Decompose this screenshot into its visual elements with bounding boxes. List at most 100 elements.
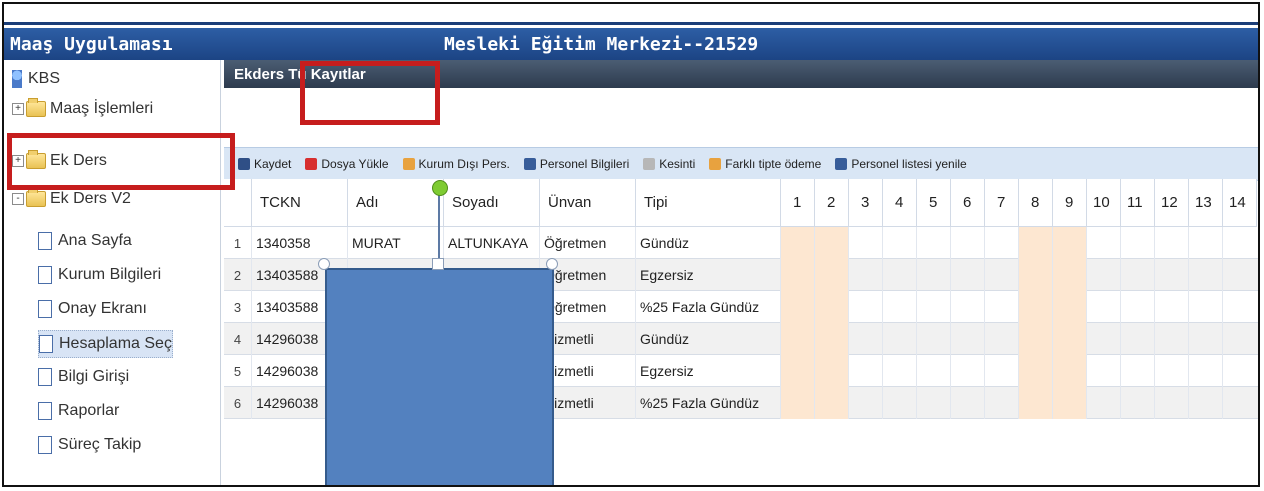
cell-day[interactable] <box>883 227 917 259</box>
cell-day[interactable] <box>1121 227 1155 259</box>
cell-day[interactable] <box>1019 387 1053 419</box>
cell-day[interactable] <box>1223 291 1258 323</box>
cell-day[interactable] <box>815 259 849 291</box>
cell-day[interactable] <box>951 387 985 419</box>
grid-header-soyadi[interactable]: Soyadı <box>444 179 540 227</box>
cell-day[interactable] <box>985 323 1019 355</box>
grid-header-tckn[interactable]: TCKN <box>252 179 348 227</box>
collapse-icon[interactable]: - <box>12 193 24 205</box>
cell-day[interactable] <box>1155 355 1189 387</box>
save-button[interactable]: Kaydet <box>238 157 291 171</box>
grid-header-day[interactable]: 14 <box>1223 179 1257 227</box>
refresh-staff-list-button[interactable]: Personel listesi yenile <box>835 157 967 171</box>
cell-day[interactable] <box>1019 259 1053 291</box>
cell-day[interactable] <box>1223 227 1258 259</box>
cell-day[interactable] <box>917 291 951 323</box>
cell-day[interactable] <box>1019 355 1053 387</box>
cell-day[interactable] <box>1121 291 1155 323</box>
cell-day[interactable] <box>1087 227 1121 259</box>
cell-day[interactable] <box>951 355 985 387</box>
cell-day[interactable] <box>985 355 1019 387</box>
cell-day[interactable] <box>849 355 883 387</box>
cell-day[interactable] <box>1053 227 1087 259</box>
cell-tipi[interactable]: Gündüz <box>636 227 781 259</box>
cell-day[interactable] <box>815 291 849 323</box>
grid-header-day[interactable]: 7 <box>985 179 1019 227</box>
cell-day[interactable] <box>1019 291 1053 323</box>
cell-day[interactable] <box>1189 291 1223 323</box>
overlay-rectangle[interactable] <box>325 268 554 485</box>
grid-header-adi[interactable]: Adı <box>348 179 444 227</box>
cell-day[interactable] <box>781 259 815 291</box>
cell-day[interactable] <box>1087 355 1121 387</box>
cell-adi[interactable]: MURAT <box>348 227 444 259</box>
cell-day[interactable] <box>1019 227 1053 259</box>
cell-unvan[interactable]: Öğretmen <box>540 227 636 259</box>
cell-day[interactable] <box>1053 387 1087 419</box>
cell-day[interactable] <box>1223 259 1258 291</box>
cell-day[interactable] <box>985 259 1019 291</box>
cell-day[interactable] <box>1223 387 1258 419</box>
sidebar-item-raporlar[interactable]: Raporlar <box>38 398 119 424</box>
sidebar-item-maas-islemleri[interactable]: + Maaş İşlemleri <box>12 96 153 122</box>
cell-day[interactable] <box>1223 323 1258 355</box>
cell-day[interactable] <box>951 291 985 323</box>
grid-header-day[interactable]: 5 <box>917 179 951 227</box>
cell-day[interactable] <box>883 323 917 355</box>
cell-day[interactable] <box>1087 291 1121 323</box>
cell-day[interactable] <box>781 355 815 387</box>
cell-day[interactable] <box>781 323 815 355</box>
grid-header-tipi[interactable]: Tipi <box>636 179 781 227</box>
cell-tipi[interactable]: Egzersiz <box>636 259 781 291</box>
cell-tckn[interactable]: 1340358 <box>252 227 348 259</box>
grid-header-day[interactable]: 2 <box>815 179 849 227</box>
sidebar-item-surec-takip[interactable]: Süreç Takip <box>38 432 141 458</box>
cell-unvan[interactable]: Öğretmen <box>540 291 636 323</box>
cell-day[interactable] <box>951 227 985 259</box>
cell-day[interactable] <box>1121 387 1155 419</box>
cell-day[interactable] <box>781 291 815 323</box>
cell-day[interactable] <box>1189 323 1223 355</box>
cell-day[interactable] <box>1155 387 1189 419</box>
grid-header-day[interactable]: 12 <box>1155 179 1189 227</box>
cell-day[interactable] <box>1189 259 1223 291</box>
cell-day[interactable] <box>883 291 917 323</box>
grid-header-day[interactable]: 6 <box>951 179 985 227</box>
grid-header-day[interactable]: 3 <box>849 179 883 227</box>
cell-day[interactable] <box>1155 291 1189 323</box>
cell-day[interactable] <box>815 227 849 259</box>
different-payment-button[interactable]: Farklı tipte ödeme <box>709 157 821 171</box>
sidebar-item-hesaplama-sec[interactable]: Hesaplama Seç <box>38 330 173 358</box>
cell-day[interactable] <box>1189 355 1223 387</box>
cell-day[interactable] <box>1087 387 1121 419</box>
resize-handle[interactable] <box>318 258 330 270</box>
grid-header-day[interactable]: 11 <box>1121 179 1155 227</box>
sidebar-item-ana-sayfa[interactable]: Ana Sayfa <box>38 228 132 254</box>
sidebar-item-kbs[interactable]: KBS <box>12 66 60 92</box>
cell-day[interactable] <box>1155 323 1189 355</box>
cell-day[interactable] <box>815 387 849 419</box>
table-row[interactable]: 1 1340358 MURAT ALTUNKAYA Öğretmen Gündü… <box>224 227 1258 259</box>
cell-day[interactable] <box>849 323 883 355</box>
cell-day[interactable] <box>951 323 985 355</box>
cell-day[interactable] <box>1121 259 1155 291</box>
cell-day[interactable] <box>1053 355 1087 387</box>
sidebar-item-bilgi-girisi[interactable]: Bilgi Girişi <box>38 364 129 390</box>
cell-tipi[interactable]: %25 Fazla Gündüz <box>636 291 781 323</box>
cell-day[interactable] <box>781 227 815 259</box>
cell-day[interactable] <box>917 355 951 387</box>
sidebar-item-onay-ekrani[interactable]: Onay Ekranı <box>38 296 147 322</box>
cell-day[interactable] <box>985 227 1019 259</box>
cell-day[interactable] <box>985 291 1019 323</box>
rotate-handle[interactable] <box>432 180 448 196</box>
cell-tipi[interactable]: Egzersiz <box>636 355 781 387</box>
deduction-button[interactable]: Kesinti <box>643 157 695 171</box>
cell-day[interactable] <box>849 259 883 291</box>
cell-day[interactable] <box>1087 323 1121 355</box>
cell-day[interactable] <box>815 355 849 387</box>
grid-header-day[interactable]: 9 <box>1053 179 1087 227</box>
cell-day[interactable] <box>1189 387 1223 419</box>
grid-header-unvan[interactable]: Ünvan <box>540 179 636 227</box>
cell-day[interactable] <box>815 323 849 355</box>
cell-day[interactable] <box>1053 291 1087 323</box>
